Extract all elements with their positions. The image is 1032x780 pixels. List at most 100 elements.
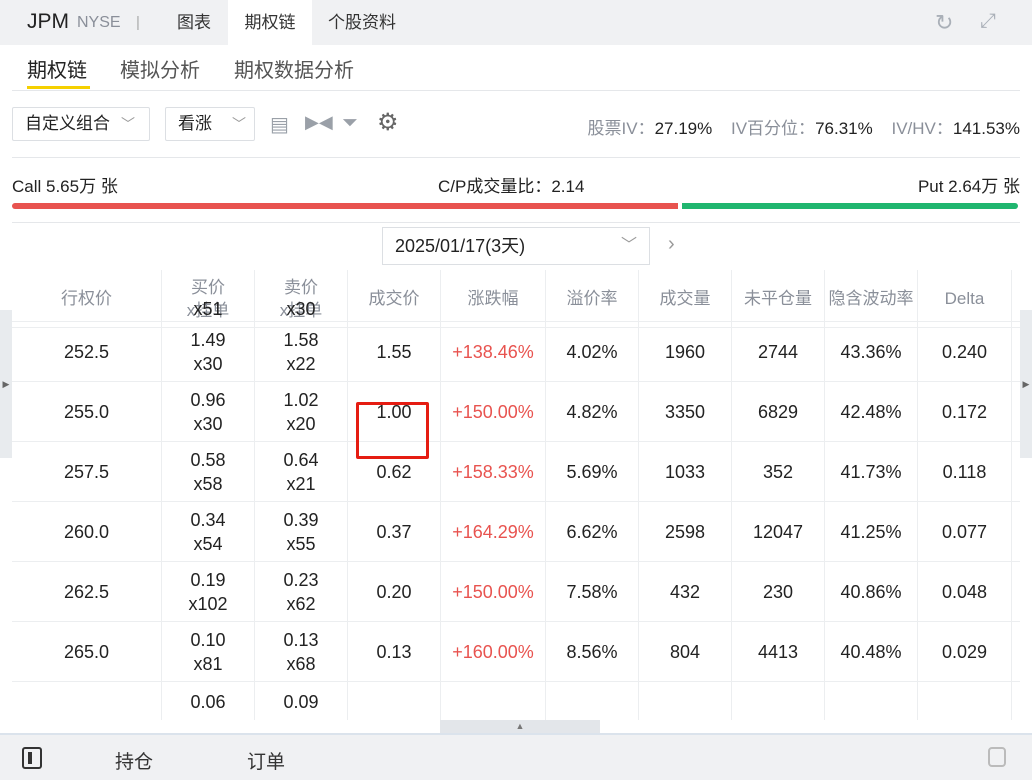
table-cell: 257.5 (12, 442, 162, 501)
cell-value: 2744 (757, 341, 799, 362)
table-cell: 0.34 x54 (162, 502, 255, 561)
cell-value: 0.96 (190, 389, 226, 410)
panel-toggle-icon[interactable] (22, 747, 42, 769)
table-cell: 0.029 (918, 622, 1012, 681)
table-body[interactable]: x51 x30 252.5 1.49 x30 1.58 x22 1.55 +138.46% 4.0… (12, 288, 1020, 720)
split-view-icon[interactable]: ▶◀ (305, 112, 333, 133)
cell-value: 5.69% (566, 461, 618, 482)
table-cell: 0.13 (348, 622, 441, 681)
cell-value: 40.48% (840, 641, 902, 662)
cell-value: 0.19 (190, 569, 226, 590)
copy-icon[interactable] (988, 747, 1006, 767)
table-cell (825, 288, 918, 321)
table-row-partial[interactable]: 0.06 0.09 (12, 682, 1020, 720)
table-cell (825, 682, 918, 720)
table-cell: 0.06 (162, 682, 255, 720)
cell-value: x22 (286, 353, 316, 374)
cell-value: x62 (286, 593, 316, 614)
tab-option-chain[interactable]: 期权链 (228, 0, 312, 45)
cell-value: 2598 (664, 521, 706, 542)
left-panel-expand-handle[interactable]: ▶ (0, 310, 12, 458)
direction-select[interactable]: 看涨 ﹀ (165, 107, 255, 141)
cell-value: 257.5 (63, 461, 110, 482)
refresh-icon[interactable]: ↻ (935, 10, 953, 36)
table-cell (639, 288, 732, 321)
table-cell: 230 (732, 562, 825, 621)
cell-value: 41.73% (840, 461, 902, 482)
active-tab-indicator (27, 86, 90, 89)
table-row[interactable]: 257.5 0.58 x58 0.64 x21 0.62 +158.33% 5.69% 1033… (12, 442, 1020, 502)
cell-value: 42.48% (840, 401, 902, 422)
table-cell: x30 (255, 288, 348, 321)
subtab-option-chain[interactable]: 期权链 (27, 54, 87, 83)
cell-value: 4413 (757, 641, 799, 662)
fullscreen-icon[interactable]: ⤢ (980, 10, 996, 33)
cell-value: x68 (286, 653, 316, 674)
table-row[interactable]: 260.0 0.34 x54 0.39 x55 0.37 +164.29% 6.62% 2598… (12, 502, 1020, 562)
table-row[interactable]: 262.5 0.19 x102 0.23 x62 0.20 +150.00% 7.58% 432… (12, 562, 1020, 622)
table-cell: 0.118 (918, 442, 1012, 501)
table-cell: 432 (639, 562, 732, 621)
cell-value: 0.077 (941, 521, 988, 542)
cell-value: 0.64 (283, 449, 319, 470)
table-row[interactable]: 252.5 1.49 x30 1.58 x22 1.55 +138.46% 4.02% 1960… (12, 322, 1020, 382)
table-cell: 1960 (639, 322, 732, 381)
tab-orders[interactable]: 订单 (247, 747, 285, 774)
table-cell (441, 288, 546, 321)
cell-value: 1033 (664, 461, 706, 482)
settings-gear-icon[interactable]: ⚙ (377, 108, 399, 137)
iv-hv-label: IV/HV： (891, 119, 953, 138)
tab-stock-profile[interactable]: 个股资料 (312, 0, 412, 45)
table-cell: 12047 (732, 502, 825, 561)
table-cell: +164.29% (441, 502, 546, 561)
cell-value: x54 (193, 533, 223, 554)
table-cell: 255.0 (12, 382, 162, 441)
scroll-up-tab[interactable]: ▲ (440, 720, 600, 733)
chevron-down-icon: ﹀ (232, 116, 246, 132)
cell-value: x30 (286, 299, 316, 319)
strategy-value: 自定义组合 (25, 114, 110, 133)
table-row[interactable]: 255.0 0.96 x30 1.02 x20 1.00 +150.00% 4.82% 3350… (12, 382, 1020, 442)
cell-value: x30 (193, 413, 223, 434)
iv-percentile-value: 76.31% (815, 119, 873, 138)
iv-stats: 股票IV：27.19% IV百分位：76.31% IV/HV：141.53% (588, 114, 1020, 139)
cell-value: 7.58% (566, 581, 618, 602)
table-cell (12, 288, 162, 321)
cell-value: 0.39 (283, 509, 319, 530)
expiry-date-select[interactable]: 2025/01/17(3天) ﹀ (382, 227, 650, 265)
call-volume: Call 5.65万 张 (12, 177, 118, 196)
right-panel-expand-handle[interactable]: ▶ (1020, 310, 1032, 458)
table-cell: 265.0 (12, 622, 162, 681)
iv-percentile-label: IV百分位： (731, 119, 816, 138)
cell-value: 0.13 (376, 641, 412, 662)
filter-icon[interactable]: ⏷ (342, 112, 358, 135)
cell-value: x81 (193, 653, 223, 674)
table-cell: 0.19 x102 (162, 562, 255, 621)
table-row-partial[interactable]: x51 x30 (12, 288, 1020, 322)
tab-positions[interactable]: 持仓 (115, 747, 153, 774)
tab-chart[interactable]: 图表 (160, 0, 228, 45)
option-chain-table: 行权价 买价 x挂单 卖价 x挂单 成交价 涨跌幅 溢价率 成交量 未平仓量 隐含波动率 Delta … (12, 270, 1020, 720)
table-cell: 2744 (732, 322, 825, 381)
table-cell: 0.09 (255, 682, 348, 720)
layout-icon[interactable]: ▤ (270, 112, 289, 137)
cell-value: 40.86% (840, 581, 902, 602)
cell-value: 0.06 (190, 692, 226, 712)
highlight-box (356, 402, 429, 459)
cell-value: 804 (669, 641, 701, 662)
cell-value: x20 (286, 413, 316, 434)
table-row[interactable]: 265.0 0.10 x81 0.13 x68 0.13 +160.00% 8.56% 804 4… (12, 622, 1020, 682)
strategy-select[interactable]: 自定义组合 ﹀ (12, 107, 150, 141)
call-volume-bar (12, 203, 678, 209)
exchange-label: NYSE (77, 14, 121, 31)
next-expiry-chevron-icon[interactable]: › (668, 233, 675, 256)
table-cell: 1.55 (348, 322, 441, 381)
table-cell: 7.58% (546, 562, 639, 621)
put-volume-bar (682, 203, 1018, 209)
cell-value: 0.62 (376, 461, 412, 482)
table-cell: 1.02 x20 (255, 382, 348, 441)
subtab-simulation[interactable]: 模拟分析 (120, 54, 200, 83)
cell-value: 8.56% (566, 641, 618, 662)
cell-value: +160.00% (452, 641, 534, 662)
subtab-option-data[interactable]: 期权数据分析 (234, 54, 354, 83)
